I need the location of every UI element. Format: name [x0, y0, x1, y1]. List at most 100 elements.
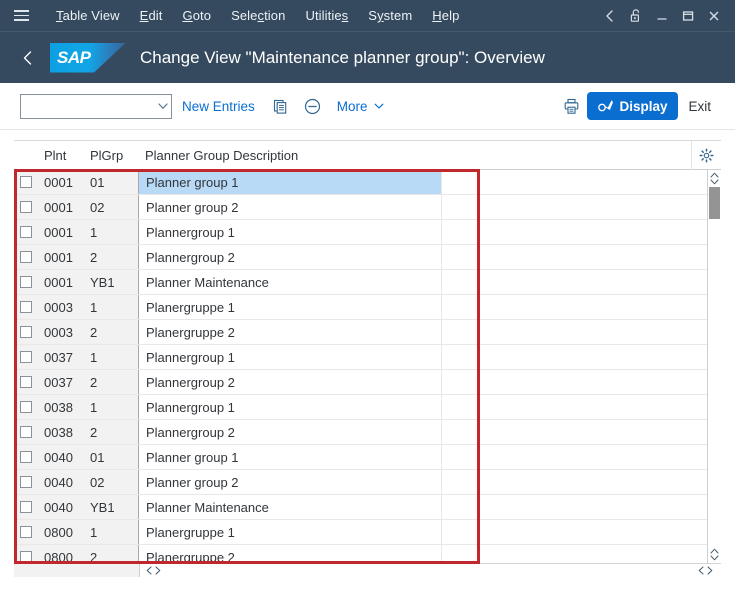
table-row[interactable]: 0038 1 Plannergroup 1 — [14, 395, 707, 420]
cell-plnt[interactable]: 0003 — [37, 320, 83, 344]
row-select-checkbox[interactable] — [19, 401, 32, 413]
maximize-icon[interactable] — [675, 3, 701, 29]
print-icon[interactable] — [555, 91, 587, 121]
cell-planner-group-description[interactable]: Plannergroup 2 — [138, 370, 441, 394]
cell-plgrp[interactable]: YB1 — [83, 495, 138, 519]
cell-planner-group-description[interactable]: Planergruppe 2 — [138, 545, 441, 563]
cell-plnt[interactable]: 0040 — [37, 470, 83, 494]
row-select-checkbox[interactable] — [19, 526, 32, 538]
cell-planner-group-description[interactable]: Planner group 2 — [138, 195, 441, 219]
row-select-checkbox[interactable] — [19, 376, 32, 388]
cell-plnt[interactable]: 0001 — [37, 245, 83, 269]
row-select-checkbox[interactable] — [19, 351, 32, 363]
row-select-checkbox-cell[interactable] — [14, 170, 37, 194]
cell-planner-group-description[interactable]: Plannergroup 1 — [138, 395, 441, 419]
cell-planner-group-description[interactable]: Plannergroup 2 — [138, 245, 441, 269]
cell-planner-group-description[interactable]: Planergruppe 2 — [138, 320, 441, 344]
cell-plgrp[interactable]: 2 — [83, 420, 138, 444]
horizontal-scroll-arrows-right[interactable] — [698, 566, 721, 575]
cell-plgrp[interactable]: 2 — [83, 245, 138, 269]
table-row[interactable]: 0003 2 Planergruppe 2 — [14, 320, 707, 345]
cell-planner-group-description[interactable]: Plannergroup 2 — [138, 420, 441, 444]
row-select-checkbox[interactable] — [19, 276, 32, 288]
cell-plgrp[interactable]: 1 — [83, 295, 138, 319]
menu-item-utilities[interactable]: Utilities — [295, 4, 358, 27]
row-select-checkbox-cell[interactable] — [14, 270, 37, 294]
table-row[interactable]: 0003 1 Planergruppe 1 — [14, 295, 707, 320]
cell-plgrp[interactable]: 2 — [83, 320, 138, 344]
horizontal-scrollbar[interactable] — [14, 563, 721, 577]
row-select-checkbox[interactable] — [19, 301, 32, 313]
cell-plgrp[interactable]: 1 — [83, 220, 138, 244]
row-select-checkbox[interactable] — [19, 326, 32, 338]
cell-plnt[interactable]: 0003 — [37, 295, 83, 319]
cell-plgrp[interactable]: YB1 — [83, 270, 138, 294]
value-help-combobox[interactable] — [20, 93, 172, 119]
menu-item-goto[interactable]: Goto — [172, 4, 221, 27]
cell-plgrp[interactable]: 1 — [83, 395, 138, 419]
column-header-plnt[interactable]: Plnt — [37, 148, 83, 163]
cell-plnt[interactable]: 0037 — [37, 370, 83, 394]
row-select-checkbox[interactable] — [19, 226, 32, 238]
exit-button[interactable]: Exit — [678, 94, 721, 119]
cell-plnt[interactable]: 0001 — [37, 170, 83, 194]
cell-planner-group-description[interactable]: Planner group 1 — [138, 170, 441, 194]
cell-plnt[interactable]: 0800 — [37, 520, 83, 544]
search-input[interactable] — [21, 98, 155, 114]
cell-planner-group-description[interactable]: Planner Maintenance — [138, 270, 441, 294]
table-row[interactable]: 0038 2 Plannergroup 2 — [14, 420, 707, 445]
table-row[interactable]: 0001 YB1 Planner Maintenance — [14, 270, 707, 295]
row-select-checkbox[interactable] — [19, 476, 32, 488]
table-row[interactable]: 0040 01 Planner group 1 — [14, 445, 707, 470]
column-header-plgrp[interactable]: PlGrp — [83, 148, 138, 163]
cell-plnt[interactable]: 0040 — [37, 495, 83, 519]
cell-planner-group-description[interactable]: Planergruppe 1 — [138, 520, 441, 544]
navigation-back-icon[interactable] — [14, 44, 42, 72]
more-menu-button[interactable]: More — [329, 95, 393, 118]
display-button[interactable]: Display — [587, 92, 679, 120]
cell-planner-group-description[interactable]: Plannergroup 1 — [138, 345, 441, 369]
cell-plgrp[interactable]: 02 — [83, 470, 138, 494]
table-row[interactable]: 0001 2 Plannergroup 2 — [14, 245, 707, 270]
table-settings-gear-icon[interactable] — [691, 141, 721, 170]
cell-plnt[interactable]: 0037 — [37, 345, 83, 369]
table-row[interactable]: 0001 1 Plannergroup 1 — [14, 220, 707, 245]
cell-plnt[interactable]: 0038 — [37, 420, 83, 444]
row-select-checkbox[interactable] — [19, 551, 32, 563]
hamburger-menu-icon[interactable] — [10, 5, 32, 27]
row-select-checkbox[interactable] — [19, 451, 32, 463]
cell-plnt[interactable]: 0001 — [37, 220, 83, 244]
vertical-scrollbar[interactable] — [707, 170, 721, 563]
row-select-checkbox-cell[interactable] — [14, 395, 37, 419]
row-select-checkbox-cell[interactable] — [14, 495, 37, 519]
cell-plgrp[interactable]: 2 — [83, 545, 138, 563]
row-select-checkbox-cell[interactable] — [14, 220, 37, 244]
cell-planner-group-description[interactable]: Planner group 2 — [138, 470, 441, 494]
chevron-down-icon[interactable] — [154, 99, 171, 113]
table-row[interactable]: 0001 02 Planner group 2 — [14, 195, 707, 220]
cell-plgrp[interactable]: 2 — [83, 370, 138, 394]
cell-plnt[interactable]: 0001 — [37, 270, 83, 294]
row-select-checkbox[interactable] — [19, 251, 32, 263]
menu-item-edit[interactable]: Edit — [130, 4, 173, 27]
row-select-checkbox-cell[interactable] — [14, 370, 37, 394]
table-row[interactable]: 0037 2 Plannergroup 2 — [14, 370, 707, 395]
cell-plgrp[interactable]: 01 — [83, 170, 138, 194]
cell-planner-group-description[interactable]: Planergruppe 1 — [138, 295, 441, 319]
horizontal-scroll-arrows-left[interactable] — [140, 566, 161, 575]
unlock-icon[interactable] — [623, 3, 649, 29]
row-select-checkbox-cell[interactable] — [14, 470, 37, 494]
row-select-checkbox-cell[interactable] — [14, 245, 37, 269]
menu-item-selection[interactable]: Selection — [221, 4, 295, 27]
copy-icon[interactable] — [265, 91, 297, 121]
delete-circle-icon[interactable] — [297, 91, 329, 121]
back-icon[interactable] — [597, 3, 623, 29]
table-row[interactable]: 0001 01 Planner group 1 — [14, 170, 707, 195]
row-select-checkbox[interactable] — [19, 501, 32, 513]
cell-planner-group-description[interactable]: Planner Maintenance — [138, 495, 441, 519]
menu-item-table-view[interactable]: TTable Viewable View — [46, 4, 130, 27]
row-select-checkbox-cell[interactable] — [14, 420, 37, 444]
table-row[interactable]: 0040 02 Planner group 2 — [14, 470, 707, 495]
table-row[interactable]: 0040 YB1 Planner Maintenance — [14, 495, 707, 520]
row-select-checkbox-cell[interactable] — [14, 345, 37, 369]
